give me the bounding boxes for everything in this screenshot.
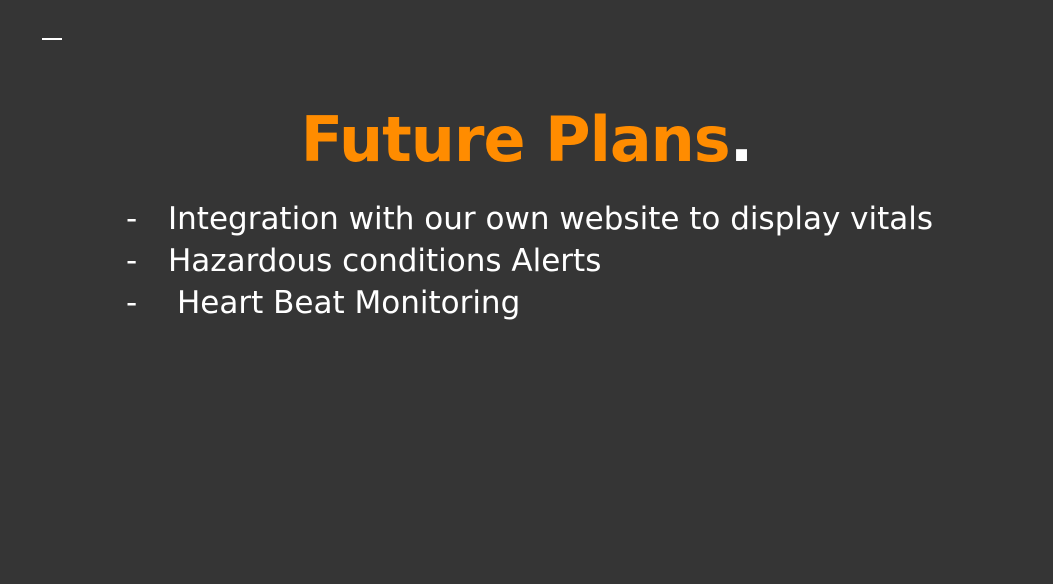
bullet-list: - Integration with our own website to dis… (126, 198, 933, 324)
bullet-item: - Integration with our own website to dis… (126, 198, 933, 240)
bullet-item: - Hazardous conditions Alerts (126, 240, 933, 282)
slide-title-text: Future Plans (300, 103, 731, 176)
slide-title: Future Plans. (0, 98, 1053, 182)
slide-title-dot: . (729, 103, 754, 176)
bullet-dash: - (126, 243, 138, 279)
bullet-text: Heart Beat Monitoring (177, 285, 521, 321)
bullet-text: Integration with our own website to disp… (168, 201, 934, 237)
bullet-dash: - (126, 201, 138, 237)
slide: Future Plans. - Integration with our own … (0, 0, 1053, 584)
bullet-dash: - (126, 285, 138, 321)
bullet-text: Hazardous conditions Alerts (168, 243, 602, 279)
corner-dash-decoration (42, 38, 62, 40)
bullet-item: - Heart Beat Monitoring (126, 282, 933, 324)
